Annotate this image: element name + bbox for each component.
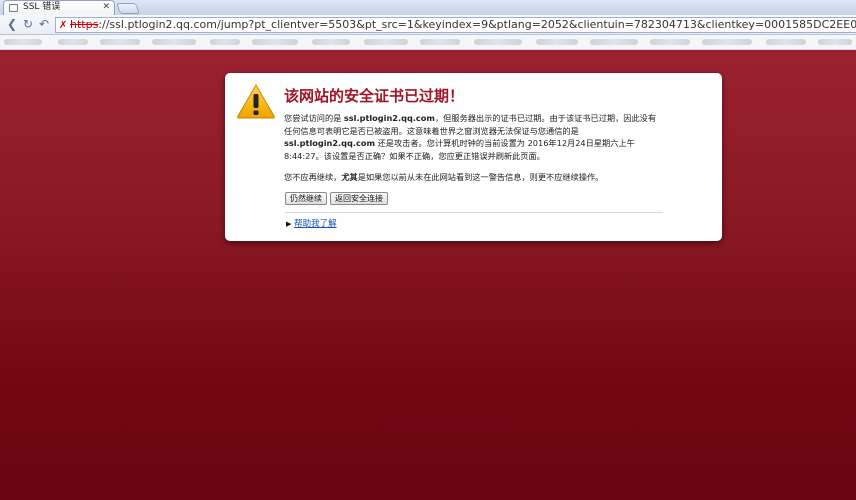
document-icon (9, 4, 18, 12)
bookmark-item[interactable] (766, 39, 806, 45)
toolbar: ❮ ↻ ↶ ✗ https://ssl.ptlogin2.qq.com/jump… (0, 15, 856, 35)
host-name: ssl.ptlogin2.qq.com (284, 138, 376, 149)
bookmark-item[interactable] (474, 39, 522, 45)
divider (285, 212, 663, 213)
advice-emphasis: 尤其 (341, 172, 358, 182)
proceed-anyway-button[interactable]: 仍然继续 (285, 192, 327, 205)
url-scheme: https (70, 18, 99, 31)
url-rest: ://ssl.ptlogin2.qq.com/jump?pt_clientver… (98, 18, 856, 31)
bookmark-item[interactable] (58, 39, 88, 45)
help-link[interactable]: 帮助我了解 (294, 219, 337, 229)
address-bar[interactable]: ✗ https://ssl.ptlogin2.qq.com/jump?pt_cl… (55, 17, 856, 33)
tab-title: SSL 错误 (23, 2, 61, 12)
bookmark-item[interactable] (650, 39, 690, 45)
tab-strip: SSL 错误 ✕ (0, 0, 856, 15)
reload-icon[interactable]: ↻ (21, 17, 35, 32)
bookmark-item[interactable] (210, 39, 240, 45)
page-background: 该网站的安全证书已过期！ 您尝试访问的是 ssl.ptlogin2.qq.com… (0, 50, 856, 500)
error-heading: 该网站的安全证书已过期！ (284, 87, 465, 105)
insecure-x-icon: ✗ (59, 20, 68, 31)
ssl-error-card: 该网站的安全证书已过期！ 您尝试访问的是 ssl.ptlogin2.qq.com… (225, 73, 722, 241)
new-tab-button[interactable] (115, 3, 141, 14)
bookmark-item[interactable] (702, 39, 752, 45)
advice-text: 您不应再继续， (284, 172, 342, 182)
bookmark-item[interactable] (4, 39, 42, 45)
close-icon[interactable]: ✕ (102, 1, 110, 14)
advice-text: 是如果您以前从未在此网站看到这一警告信息，则更不应继续操作。 (357, 172, 604, 182)
bookmark-item[interactable] (152, 39, 196, 45)
warning-triangle-icon (237, 84, 275, 119)
help-expander[interactable]: ▶ 帮助我了解 (286, 219, 337, 230)
host-name: ssl.ptlogin2.qq.com (343, 113, 435, 123)
bookmark-item[interactable] (252, 39, 298, 45)
bookmark-item[interactable] (818, 39, 852, 45)
triangle-right-icon: ▶ (286, 220, 292, 228)
bookmark-item[interactable] (536, 39, 578, 45)
back-to-safety-button[interactable]: 返回安全连接 (330, 192, 388, 205)
url-text: https://ssl.ptlogin2.qq.com/jump?pt_clie… (70, 18, 856, 32)
undo-arrow-icon[interactable]: ↶ (37, 17, 51, 32)
tab-ssl-error[interactable]: SSL 错误 ✕ (3, 0, 115, 15)
bookmark-item[interactable] (312, 39, 350, 45)
bookmarks-bar (0, 35, 856, 50)
back-arrow-icon[interactable]: ❮ (5, 17, 19, 32)
description-text: 您尝试访问的是 (284, 113, 344, 123)
error-description: 您尝试访问的是 ssl.ptlogin2.qq.com，但服务器出示的证书已过期… (284, 112, 664, 162)
error-advice: 您不应再继续，尤其是如果您以前从未在此网站看到这一警告信息，则更不应继续操作。 (284, 171, 664, 184)
bookmark-item[interactable] (420, 39, 460, 45)
bookmark-item[interactable] (100, 39, 140, 45)
bookmark-item[interactable] (590, 39, 638, 45)
bookmark-item[interactable] (364, 39, 408, 45)
